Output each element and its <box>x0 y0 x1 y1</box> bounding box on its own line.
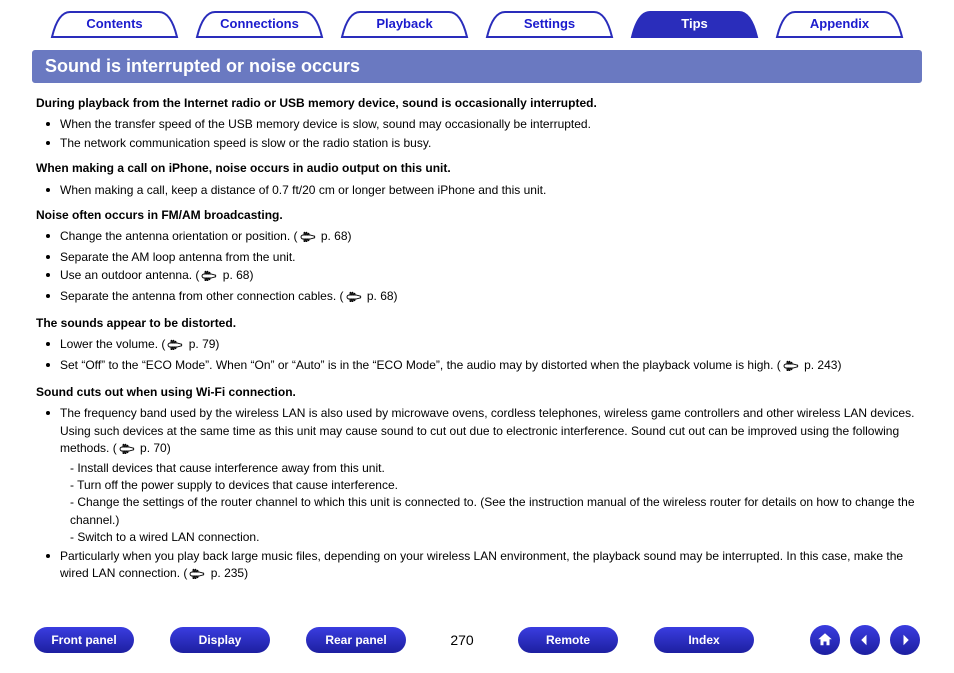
next-page-icon[interactable] <box>890 625 920 655</box>
remote-button[interactable]: Remote <box>518 627 618 653</box>
section-heading: Sound cuts out when using Wi-Fi connecti… <box>36 384 918 401</box>
list-item: When the transfer speed of the USB memor… <box>50 116 918 133</box>
list-item: The network communication speed is slow … <box>50 135 918 152</box>
tab-contents[interactable]: Contents <box>42 10 187 38</box>
bullet-list: The frequency band used by the wireless … <box>36 405 918 584</box>
reference-icon <box>201 269 217 286</box>
list-item: Particularly when you play back large mu… <box>50 548 918 585</box>
reference-icon <box>167 338 183 355</box>
bullet-list: When making a call, keep a distance of 0… <box>36 182 918 199</box>
bullet-list: Change the antenna orientation or positi… <box>36 228 918 307</box>
sub-line: - Switch to a wired LAN connection. <box>60 529 918 546</box>
section-heading: Noise often occurs in FM/AM broadcasting… <box>36 207 918 224</box>
rear-panel-button[interactable]: Rear panel <box>306 627 406 653</box>
bottom-nav: Front panel Display Rear panel 270 Remot… <box>0 625 954 655</box>
tab-bar: ContentsConnectionsPlaybackSettingsTipsA… <box>20 10 934 38</box>
list-item: Set “Off” to the “ECO Mode”. When “On” o… <box>50 357 918 376</box>
list-item: Separate the AM loop antenna from the un… <box>50 249 918 266</box>
list-item: Lower the volume. ( p. 79) <box>50 336 918 355</box>
list-item: Use an outdoor antenna. ( p. 68) <box>50 267 918 286</box>
page-title: Sound is interrupted or noise occurs <box>32 50 922 83</box>
tab-tips[interactable]: Tips <box>622 10 767 38</box>
section-heading: When making a call on iPhone, noise occu… <box>36 160 918 177</box>
content-area: During playback from the Internet radio … <box>36 95 918 584</box>
front-panel-button[interactable]: Front panel <box>34 627 134 653</box>
tab-settings[interactable]: Settings <box>477 10 622 38</box>
reference-icon <box>300 230 316 247</box>
list-item: Separate the antenna from other connecti… <box>50 288 918 307</box>
reference-icon <box>346 290 362 307</box>
index-button[interactable]: Index <box>654 627 754 653</box>
prev-page-icon[interactable] <box>850 625 880 655</box>
home-icon[interactable] <box>810 625 840 655</box>
list-item: Change the antenna orientation or positi… <box>50 228 918 247</box>
reference-icon <box>119 442 135 459</box>
section-heading: The sounds appear to be distorted. <box>36 315 918 332</box>
reference-icon <box>189 567 205 584</box>
reference-icon <box>783 359 799 376</box>
list-item: When making a call, keep a distance of 0… <box>50 182 918 199</box>
display-button[interactable]: Display <box>170 627 270 653</box>
page-number: 270 <box>442 632 482 648</box>
list-item: The frequency band used by the wireless … <box>50 405 918 546</box>
bullet-list: When the transfer speed of the USB memor… <box>36 116 918 152</box>
tab-appendix[interactable]: Appendix <box>767 10 912 38</box>
sub-line: - Turn off the power supply to devices t… <box>60 477 918 494</box>
bullet-list: Lower the volume. ( p. 79) Set “Off” to t… <box>36 336 918 376</box>
tab-connections[interactable]: Connections <box>187 10 332 38</box>
sub-line: - Install devices that cause interferenc… <box>60 460 918 477</box>
section-heading: During playback from the Internet radio … <box>36 95 918 112</box>
tab-playback[interactable]: Playback <box>332 10 477 38</box>
sub-line: - Change the settings of the router chan… <box>60 494 918 529</box>
